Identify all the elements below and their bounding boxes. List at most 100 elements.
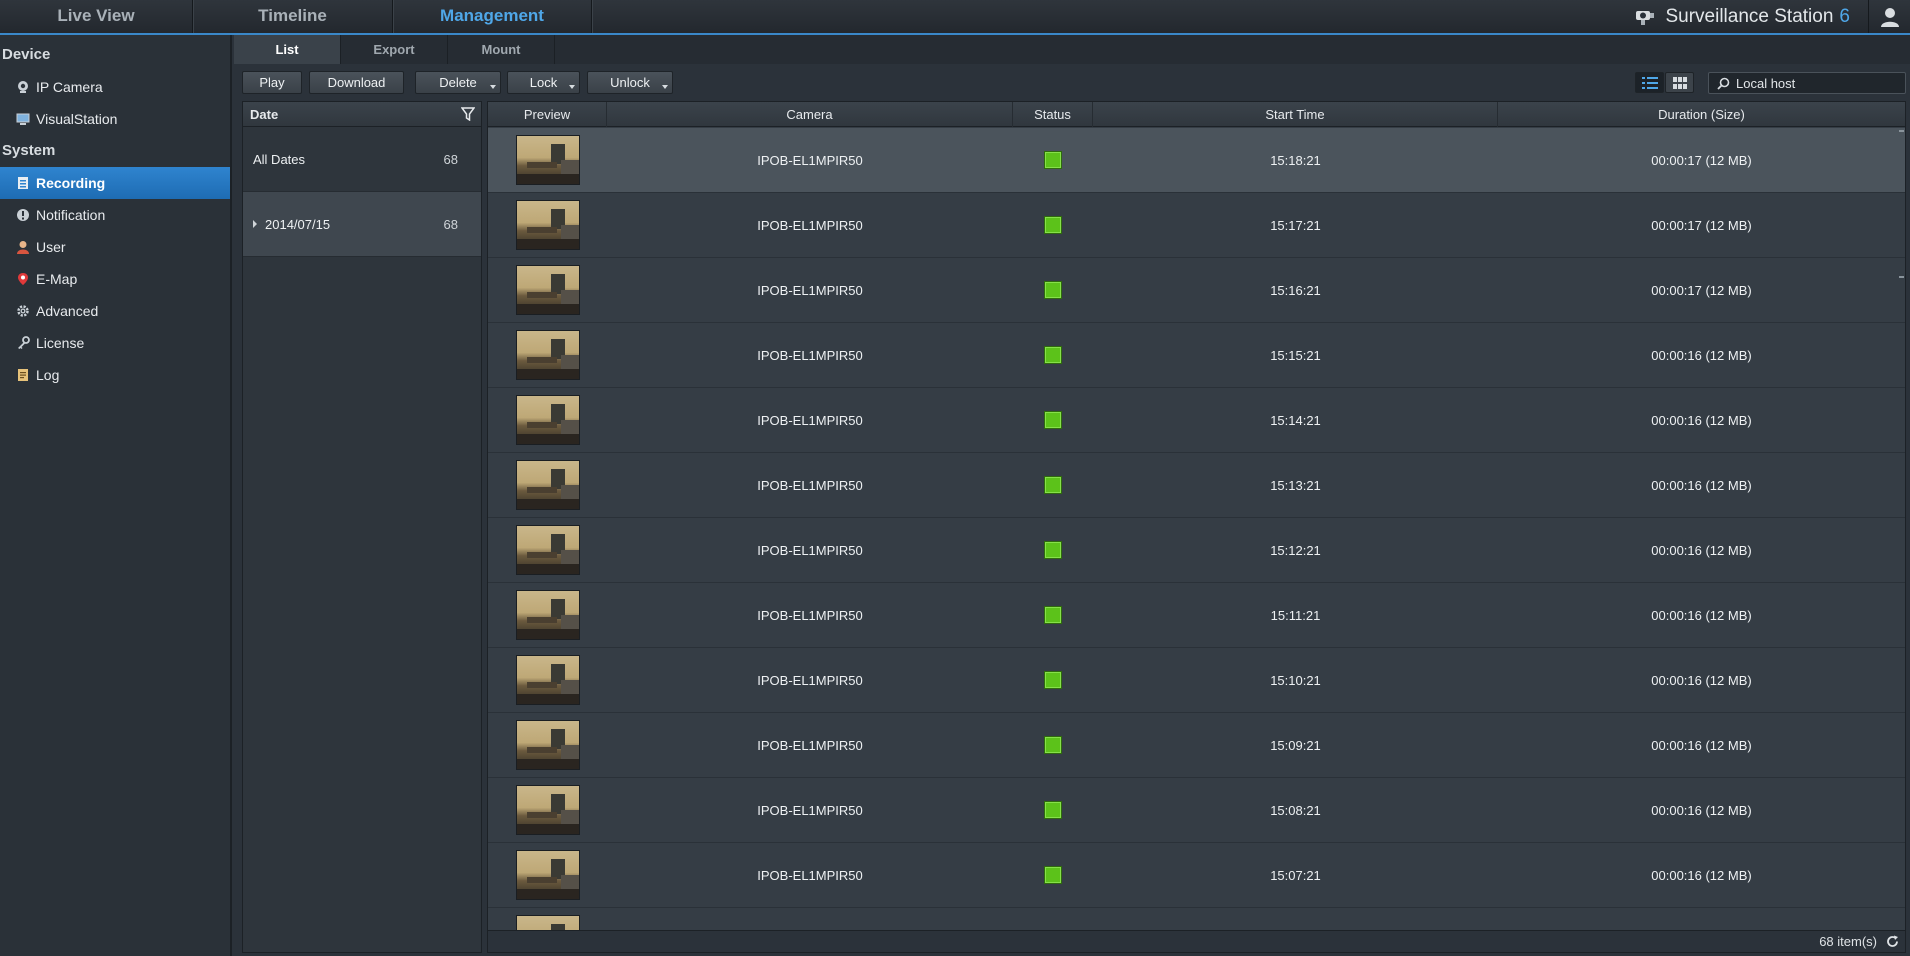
caret-down-icon <box>569 85 575 89</box>
recording-thumbnail[interactable] <box>515 590 580 640</box>
table-row[interactable]: IPOB-EL1MPIR50 15:12:21 00:00:16 (12 MB) <box>488 518 1905 583</box>
start-time-cell: 15:07:21 <box>1270 867 1321 883</box>
download-button[interactable]: Download <box>309 71 404 94</box>
grid-view-button[interactable] <box>1665 72 1694 93</box>
recording-thumbnail[interactable] <box>515 265 580 315</box>
lock-button[interactable]: Lock <box>507 71 580 94</box>
user-menu-button[interactable] <box>1868 0 1910 33</box>
duration-cell: 00:00:16 (12 MB) <box>1651 867 1752 883</box>
filter-icon[interactable] <box>461 107 475 121</box>
tab-live-view[interactable]: Live View <box>0 0 193 33</box>
column-header-status[interactable]: Status <box>1013 102 1093 127</box>
column-header-duration[interactable]: Duration (Size) <box>1498 102 1905 127</box>
sidebar-item-recording[interactable]: Recording <box>0 167 230 199</box>
column-header-preview[interactable]: Preview <box>488 102 607 127</box>
date-row-all-dates[interactable]: All Dates 68 <box>243 127 481 192</box>
date-row-2014-07-15[interactable]: 2014/07/15 68 <box>243 192 481 257</box>
column-header-start-time[interactable]: Start Time <box>1093 102 1498 127</box>
tab-management[interactable]: Management <box>393 0 592 33</box>
recording-thumbnail[interactable] <box>515 200 580 250</box>
preview-cell <box>488 778 607 843</box>
table-row[interactable]: IPOB-EL1MPIR50 15:15:21 00:00:16 (12 MB) <box>488 323 1905 388</box>
camera-cell: IPOB-EL1MPIR50 <box>757 672 863 688</box>
sidebar-section-system: System <box>2 142 56 159</box>
status-ok-icon <box>1044 216 1062 234</box>
sidebar-item-license[interactable]: License <box>0 327 230 359</box>
table-row[interactable]: IPOB-EL1MPIR50 15:10:21 00:00:16 (12 MB) <box>488 648 1905 713</box>
top-bar: Live View Timeline Management Surveillan… <box>0 0 1910 35</box>
table-row[interactable]: IPOB-EL1MPIR50 15:17:21 00:00:17 (12 MB) <box>488 193 1905 258</box>
tab-timeline[interactable]: Timeline <box>193 0 393 33</box>
table-row[interactable]: IPOB-EL1MPIR50 15:07:21 00:00:16 (12 MB) <box>488 843 1905 908</box>
recording-thumbnail[interactable] <box>515 135 580 185</box>
expand-arrow-icon[interactable] <box>253 220 257 228</box>
search-input[interactable] <box>1736 75 1896 91</box>
preview-cell <box>488 258 607 323</box>
camera-cell: IPOB-EL1MPIR50 <box>757 867 863 883</box>
sidebar-item-label: Log <box>36 367 60 383</box>
preview-cell <box>488 323 607 388</box>
sidebar-item-user[interactable]: User <box>0 231 230 263</box>
table-row[interactable]: IPOB-EL1MPIR50 15:18:21 00:00:17 (12 MB) <box>488 128 1905 193</box>
sidebar-item-emap[interactable]: E-Map <box>0 263 230 295</box>
table-row[interactable]: IPOB-EL1MPIR50 15:11:21 00:00:16 (12 MB) <box>488 583 1905 648</box>
surveillance-camera-logo-icon <box>1636 10 1655 25</box>
recording-thumbnail[interactable] <box>515 720 580 770</box>
preview-cell <box>488 843 607 908</box>
play-button[interactable]: Play <box>242 71 302 94</box>
grid-view-icon <box>1672 76 1687 89</box>
duration-cell: 00:00:16 (12 MB) <box>1651 477 1752 493</box>
preview-cell <box>488 648 607 713</box>
date-label: 2014/07/15 <box>265 216 331 232</box>
table-row[interactable]: IPOB-EL1MPIR50 15:13:21 00:00:16 (12 MB) <box>488 453 1905 518</box>
list-view-button[interactable] <box>1635 72 1664 93</box>
sidebar-item-ip-camera[interactable]: IP Camera <box>0 71 230 103</box>
start-time-cell: 15:08:21 <box>1270 802 1321 818</box>
recording-thumbnail[interactable] <box>515 330 580 380</box>
user-icon <box>15 239 31 255</box>
duration-cell: 00:00:17 (12 MB) <box>1651 152 1752 168</box>
search-box[interactable] <box>1708 72 1906 94</box>
table-row[interactable]: IPOB-EL1MPIR50 15:08:21 00:00:16 (12 MB) <box>488 778 1905 843</box>
recording-thumbnail[interactable] <box>515 850 580 900</box>
duration-cell: 00:00:17 (12 MB) <box>1651 217 1752 233</box>
recording-thumbnail[interactable] <box>515 460 580 510</box>
delete-button[interactable]: Delete <box>415 71 501 94</box>
list-view-icon <box>1641 76 1658 89</box>
table-row[interactable]: IPOB-EL1MPIR50 15:14:21 00:00:16 (12 MB) <box>488 388 1905 453</box>
preview-cell <box>488 518 607 583</box>
date-filter-panel: Date All Dates 68 2014/07/15 68 <box>242 101 482 953</box>
sidebar-item-log[interactable]: Log <box>0 359 230 391</box>
status-ok-icon <box>1044 411 1062 429</box>
tab-list[interactable]: List <box>234 35 341 64</box>
status-cell <box>1013 778 1093 843</box>
camera-cell: IPOB-EL1MPIR50 <box>757 412 863 428</box>
table-row[interactable]: IPOB-EL1MPIR50 15:09:21 00:00:16 (12 MB) <box>488 713 1905 778</box>
sidebar-item-visualstation[interactable]: VisualStation <box>0 103 230 135</box>
refresh-icon[interactable] <box>1886 935 1899 948</box>
status-ok-icon <box>1044 606 1062 624</box>
visualstation-icon <box>15 111 31 127</box>
unlock-button[interactable]: Unlock <box>587 71 673 94</box>
camera-cell: IPOB-EL1MPIR50 <box>757 282 863 298</box>
sidebar-item-label: E-Map <box>36 271 78 287</box>
user-icon <box>1880 7 1899 27</box>
preview-cell <box>488 583 607 648</box>
scrollbar[interactable] <box>1899 128 1905 931</box>
tab-export[interactable]: Export <box>341 35 448 64</box>
date-label: All Dates <box>253 151 306 167</box>
recording-thumbnail[interactable] <box>515 655 580 705</box>
status-ok-icon <box>1044 476 1062 494</box>
recording-thumbnail[interactable] <box>515 915 580 931</box>
column-header-camera[interactable]: Camera <box>607 102 1013 127</box>
recording-subtabs: List Export Mount <box>234 35 1910 64</box>
sidebar-item-advanced[interactable]: Advanced <box>0 295 230 327</box>
recording-thumbnail[interactable] <box>515 525 580 575</box>
recording-thumbnail[interactable] <box>515 395 580 445</box>
sidebar-item-notification[interactable]: Notification <box>0 199 230 231</box>
recording-thumbnail[interactable] <box>515 785 580 835</box>
sidebar-item-label: Advanced <box>36 303 99 319</box>
tab-mount[interactable]: Mount <box>448 35 555 64</box>
table-row[interactable] <box>488 908 1905 931</box>
table-row[interactable]: IPOB-EL1MPIR50 15:16:21 00:00:17 (12 MB) <box>488 258 1905 323</box>
